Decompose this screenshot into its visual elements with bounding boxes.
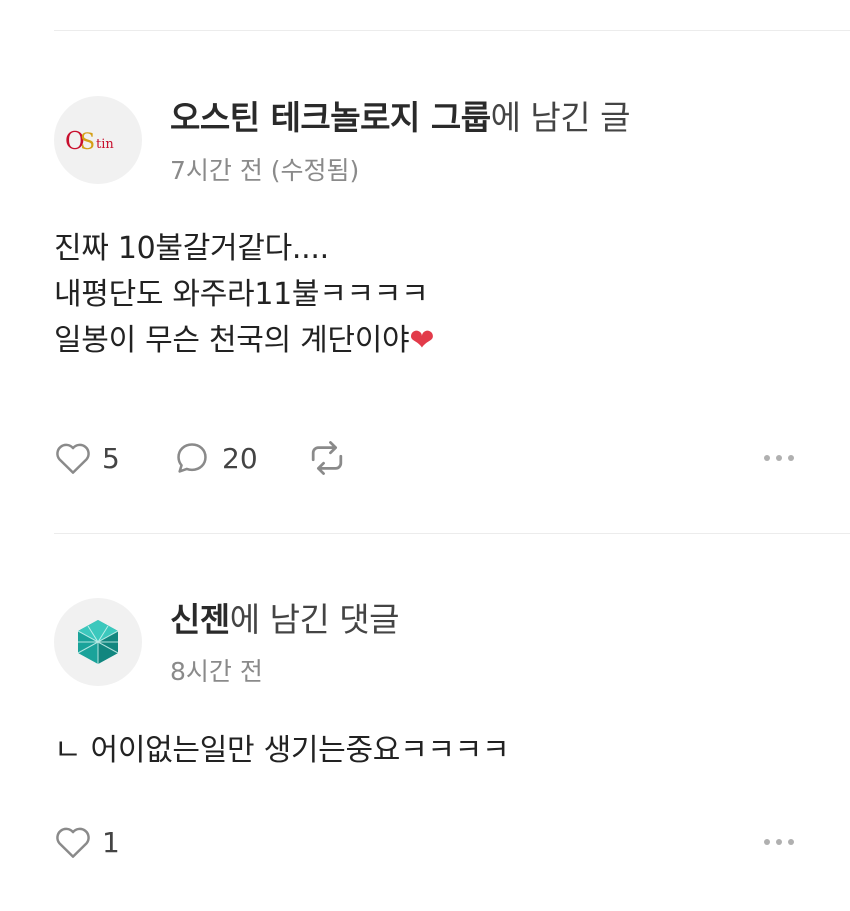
heart-emoji-icon: ❤ xyxy=(409,323,435,358)
comment-button[interactable]: 20 xyxy=(172,438,258,478)
svg-text:S: S xyxy=(80,130,95,155)
more-dot xyxy=(788,455,794,461)
post-title[interactable]: 신젠에 남긴 댓글 xyxy=(170,600,400,640)
more-dots-icon xyxy=(764,455,770,461)
title-suffix: 에 남긴 댓글 xyxy=(229,600,400,639)
more-dot xyxy=(776,839,782,845)
like-count: 5 xyxy=(102,441,120,475)
post-body: ㄴ 어이없는일만 생기는중요ㅋㅋㅋㅋ xyxy=(54,728,510,774)
repost-button[interactable] xyxy=(306,438,348,478)
more-options-button[interactable] xyxy=(764,822,794,862)
like-button[interactable]: 1 xyxy=(54,822,120,862)
post-actions: 1 xyxy=(54,822,804,862)
heart-outline-icon xyxy=(56,443,90,474)
avatar-ostin[interactable]: O S tin xyxy=(54,96,142,184)
post-title[interactable]: 오스틴 테크놀로지 그룹에 남긴 글 xyxy=(170,98,631,138)
body-line-1: ㄴ 어이없는일만 생기는중요ㅋㅋㅋㅋ xyxy=(54,733,510,768)
body-line-3: 일봉이 무슨 천국의 계단이야❤ xyxy=(54,318,434,364)
ostin-logo-icon: O S tin xyxy=(65,127,114,155)
post-timestamp: 7시간 전 (수정됨) xyxy=(170,156,360,185)
crystal-logo-icon xyxy=(77,620,119,664)
post-body: 진짜 10불갈거같다.... 내평단도 와주라11불ㅋㅋㅋㅋ 일봉이 무슨 천국… xyxy=(54,226,434,364)
post-timestamp: 8시간 전 xyxy=(170,657,263,686)
top-divider xyxy=(54,30,850,31)
body-line-1: 진짜 10불갈거같다.... xyxy=(54,231,329,266)
post-divider xyxy=(54,533,850,534)
heart-outline-icon xyxy=(56,827,90,858)
avatar-synergen[interactable] xyxy=(54,598,142,686)
comment-count: 20 xyxy=(222,441,258,475)
more-dot xyxy=(776,455,782,461)
body-line-3-text: 일봉이 무슨 천국의 계단이야 xyxy=(54,323,410,358)
comment-bubble-icon xyxy=(177,443,207,473)
like-count: 1 xyxy=(102,825,120,859)
more-options-button[interactable] xyxy=(764,438,794,478)
more-dots-icon xyxy=(764,839,770,845)
like-button[interactable]: 5 xyxy=(54,438,120,478)
more-dot xyxy=(788,839,794,845)
community-name[interactable]: 신젠 xyxy=(170,600,230,639)
repost-icon xyxy=(311,441,343,475)
body-line-2: 내평단도 와주라11불ㅋㅋㅋㅋ xyxy=(54,277,429,312)
title-suffix: 에 남긴 글 xyxy=(490,98,631,137)
post-actions: 5 20 xyxy=(54,438,804,478)
community-name[interactable]: 오스틴 테크놀로지 그룹 xyxy=(170,98,491,137)
svg-text:tin: tin xyxy=(96,137,114,152)
